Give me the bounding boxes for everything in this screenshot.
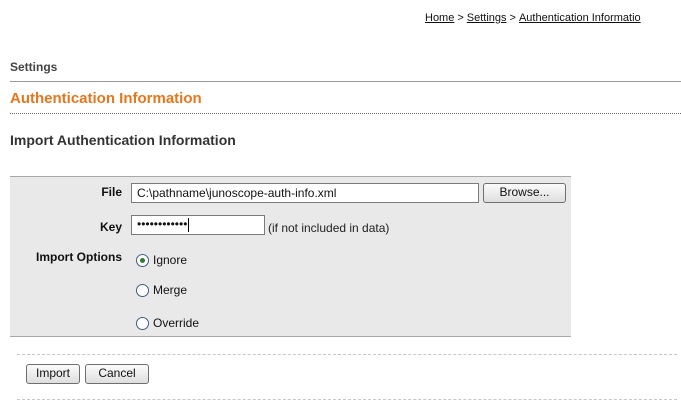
section-label: Settings xyxy=(10,60,58,74)
radio-selected-dot xyxy=(140,257,145,263)
import-options-label: Import Options xyxy=(36,250,122,264)
option-merge-label: Merge xyxy=(153,283,188,297)
key-hint: (if not included in data) xyxy=(268,221,390,235)
file-label: File xyxy=(101,185,122,199)
option-override[interactable]: Override xyxy=(136,314,199,332)
breadcrumb-separator: > xyxy=(457,12,464,24)
breadcrumb-home-link[interactable]: Home xyxy=(425,12,454,24)
actions-divider-bottom xyxy=(17,399,677,400)
key-masked-value: •••••••••••• xyxy=(137,217,188,231)
key-input[interactable]: •••••••••••• xyxy=(131,215,265,235)
import-button[interactable]: Import xyxy=(26,364,80,384)
form-heading: Import Authentication Information xyxy=(10,132,236,148)
cancel-button[interactable]: Cancel xyxy=(85,364,149,384)
option-ignore[interactable]: Ignore xyxy=(136,251,187,269)
breadcrumb-settings-link[interactable]: Settings xyxy=(467,12,507,24)
option-override-label: Override xyxy=(153,316,200,330)
option-merge[interactable]: Merge xyxy=(136,281,187,299)
page-title: Authentication Information xyxy=(10,90,202,107)
section-divider xyxy=(10,81,681,82)
browse-button[interactable]: Browse... xyxy=(483,183,566,203)
radio-merge[interactable] xyxy=(136,283,149,297)
radio-override[interactable] xyxy=(136,316,149,330)
actions-divider-top xyxy=(17,354,677,355)
option-ignore-label: Ignore xyxy=(153,253,188,267)
breadcrumb-separator: > xyxy=(509,12,516,24)
radio-ignore[interactable] xyxy=(136,253,149,267)
text-caret xyxy=(188,217,190,232)
file-path-input[interactable]: C:\pathname\junoscope-auth-info.xml xyxy=(131,183,479,203)
title-divider xyxy=(10,113,681,114)
breadcrumb: Home > Settings > Authentication Informatio xyxy=(425,12,681,24)
key-label: Key xyxy=(99,220,122,234)
breadcrumb-auth-info-link[interactable]: Authentication Informatio xyxy=(519,12,641,24)
import-form-panel: File C:\pathname\junoscope-auth-info.xml… xyxy=(10,176,571,337)
